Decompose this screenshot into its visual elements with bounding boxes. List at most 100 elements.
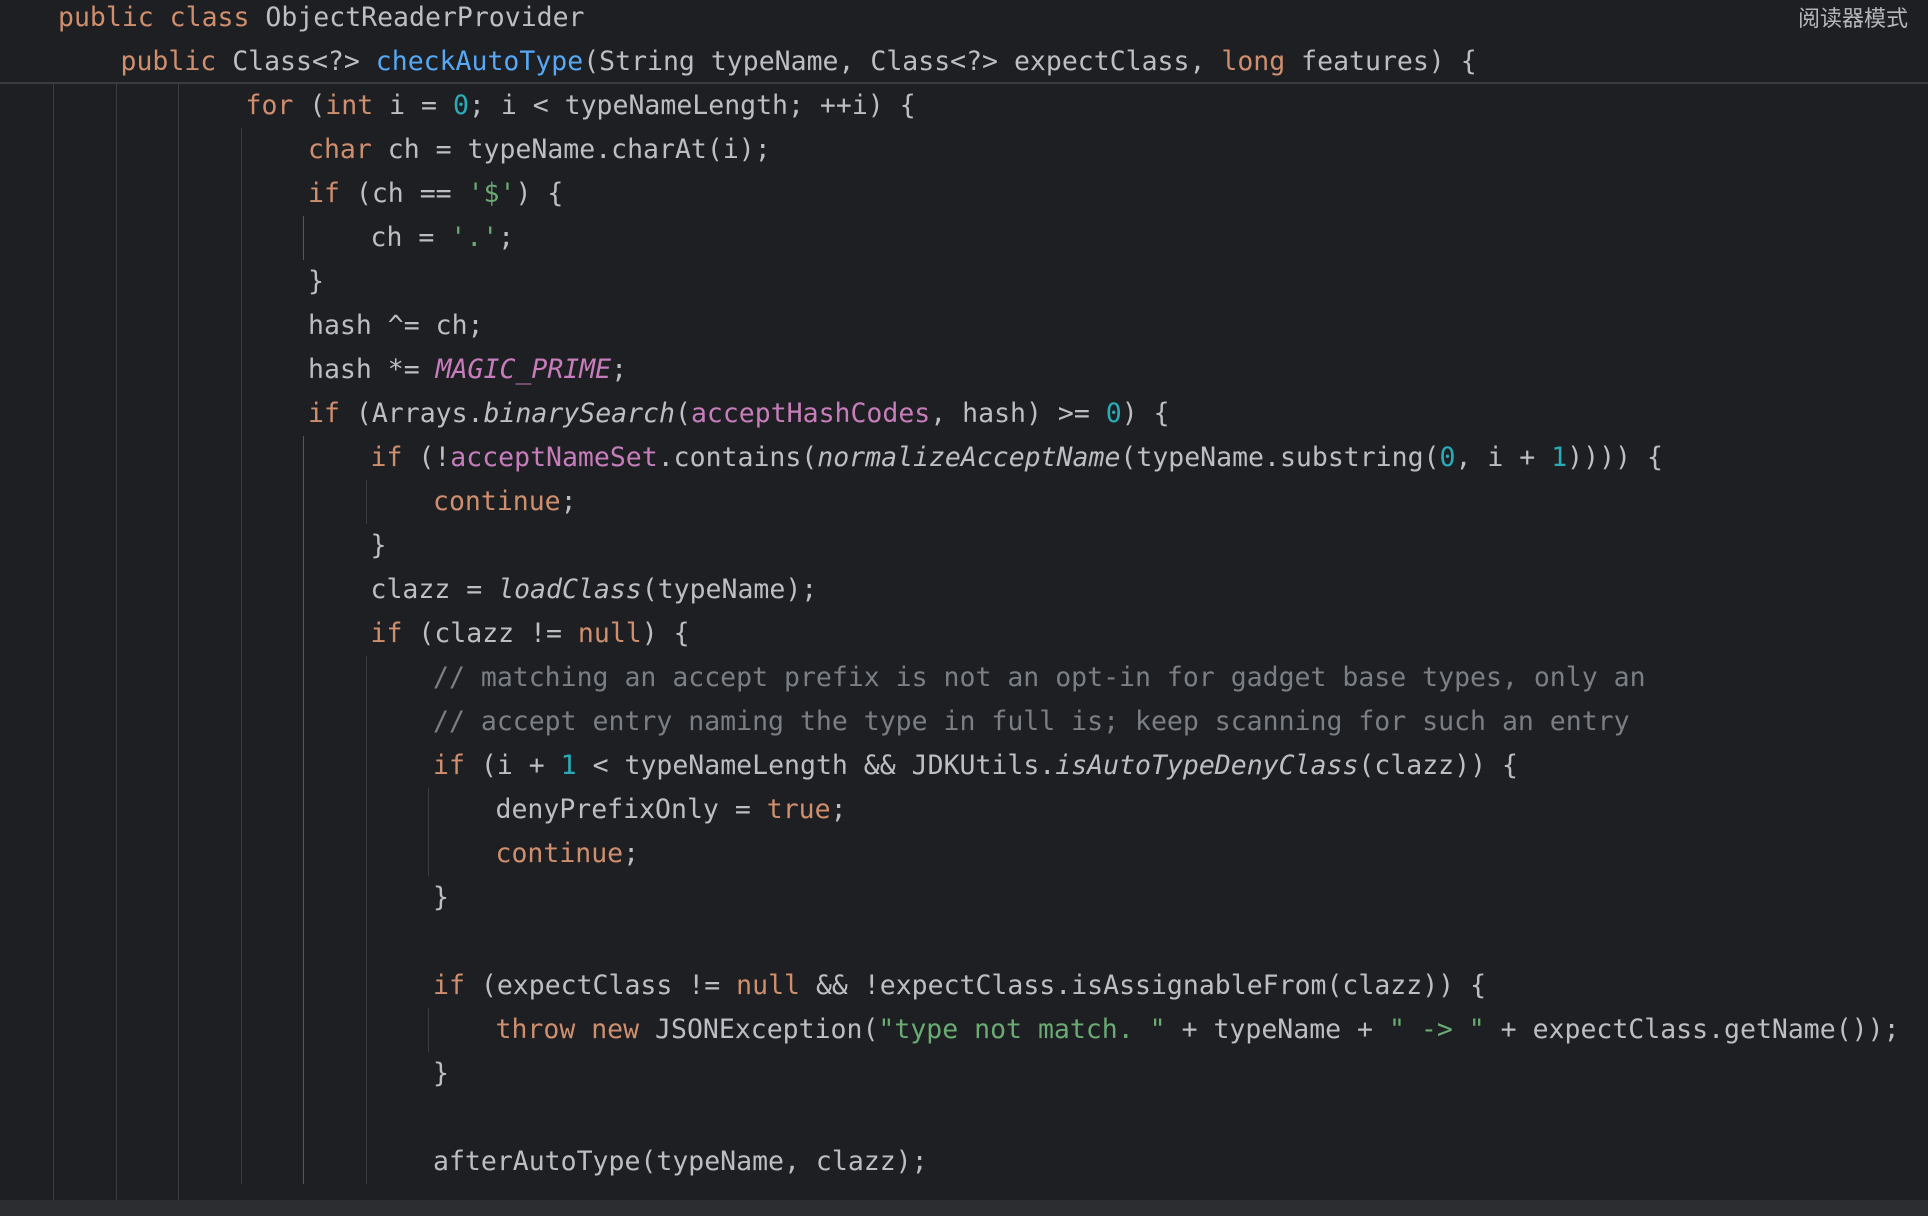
- indent-guide: [53, 84, 54, 1200]
- code-token: " -> ": [1388, 1014, 1485, 1045]
- code-token: normalizeAcceptName: [817, 442, 1121, 473]
- code-token: }: [308, 266, 324, 297]
- indent-guide: [303, 216, 304, 260]
- code-token: (clazz)) {: [1358, 750, 1518, 781]
- code-line[interactable]: }: [308, 260, 324, 304]
- code-token: )))) {: [1567, 442, 1663, 473]
- code-token: ;: [830, 794, 847, 825]
- code-line[interactable]: char ch = typeName.charAt(i);: [308, 128, 771, 172]
- indent-guide: [365, 480, 367, 524]
- code-line[interactable]: for (int i = 0; i < typeNameLength; ++i)…: [246, 84, 916, 128]
- indent-guide: [428, 1008, 429, 1052]
- code-area[interactable]: for ( int i = 0 ; i < typeNameLength; ++i)…: [0, 84, 1928, 1200]
- code-token: '$': [467, 178, 516, 209]
- indent-guide: [178, 84, 179, 1200]
- code-line[interactable]: if (expectClass != null && !expectClass.…: [433, 964, 1486, 1008]
- horizontal-scrollbar[interactable]: [0, 1200, 1928, 1216]
- code-token: (typeName.substring(: [1120, 442, 1440, 473]
- code-token: for: [245, 90, 310, 121]
- code-token: acceptNameSet: [450, 442, 658, 473]
- code-token: ; i < typeNameLength; ++i) {: [468, 90, 916, 121]
- code-line[interactable]: continue;: [496, 832, 640, 876]
- code-token: if: [370, 442, 419, 473]
- code-line[interactable]: // accept entry naming the type in full …: [433, 700, 1630, 744]
- code-token: 1: [1551, 442, 1568, 473]
- code-token: public class: [58, 2, 266, 33]
- indent-guide: [365, 656, 367, 1184]
- code-token: (i +: [480, 750, 561, 781]
- code-token: public: [120, 46, 233, 77]
- code-token: i =: [389, 90, 453, 121]
- code-token: clazz =: [370, 574, 499, 605]
- code-token: .contains(: [657, 442, 818, 473]
- code-token: continue: [495, 838, 624, 869]
- code-line[interactable]: }: [371, 524, 387, 568]
- code-token: null: [736, 970, 816, 1001]
- code-editor[interactable]: public class ObjectReaderProvider public …: [0, 0, 1928, 1216]
- reader-mode-button[interactable]: 阅读器模式: [1798, 2, 1908, 38]
- code-line[interactable]: if (!acceptNameSet.contains(normalizeAcc…: [371, 436, 1663, 480]
- code-token: continue: [433, 486, 561, 517]
- code-line[interactable]: ch = '.';: [371, 216, 515, 260]
- code-line[interactable]: afterAutoType(typeName, clazz);: [433, 1140, 928, 1184]
- code-token: long: [1221, 46, 1302, 77]
- code-line[interactable]: }: [433, 1052, 449, 1096]
- indent-guide: [303, 436, 304, 1184]
- code-line[interactable]: // matching an accept prefix is not an o…: [433, 656, 1646, 700]
- code-token: // matching an accept prefix is not an o…: [433, 662, 1646, 693]
- code-token: && !expectClass.isAssignableFrom(clazz))…: [815, 970, 1487, 1001]
- code-token: int: [325, 90, 390, 121]
- code-token: < typeNameLength && JDKUtils.: [576, 750, 1056, 781]
- code-line[interactable]: if (i + 1 < typeNameLength && JDKUtils.i…: [433, 744, 1518, 788]
- sticky-header-line[interactable]: public Class<?> checkAutoType(String typ…: [121, 40, 1477, 84]
- sticky-scope-header: public class ObjectReaderProvider public …: [0, 0, 1928, 84]
- code-token: ObjectReaderProvider: [265, 2, 585, 33]
- code-token: ) {: [1121, 398, 1170, 429]
- code-token: }: [433, 882, 449, 913]
- code-line[interactable]: continue;: [433, 480, 577, 524]
- code-token: }: [370, 530, 387, 561]
- code-token: ;: [623, 838, 640, 869]
- indent-guide: [428, 788, 429, 876]
- code-token: + typeName +: [1165, 1014, 1389, 1045]
- code-token: '.': [450, 222, 499, 253]
- code-token: (typeName);: [641, 574, 818, 605]
- code-token: afterAutoType(typeName, clazz);: [433, 1146, 928, 1177]
- code-token: MAGIC_PRIME: [435, 354, 612, 385]
- code-line[interactable]: hash ^= ch;: [308, 304, 484, 348]
- code-token: (clazz !=: [418, 618, 578, 649]
- code-line[interactable]: denyPrefixOnly = true;: [496, 788, 847, 832]
- code-line[interactable]: if (Arrays.binarySearch(acceptHashCodes,…: [308, 392, 1170, 436]
- code-token: 0: [1105, 398, 1122, 429]
- code-token: acceptHashCodes: [690, 398, 931, 429]
- code-token: }: [433, 1058, 449, 1089]
- code-token: binarySearch: [483, 398, 675, 429]
- horizontal-scroll-thumb[interactable]: [0, 1204, 1900, 1212]
- code-token: 1: [560, 750, 577, 781]
- code-token: ) {: [641, 618, 690, 649]
- code-token: (String typeName, Class<?> expectClass,: [583, 46, 1222, 77]
- code-token: (ch ==: [355, 178, 468, 209]
- code-token: (Arrays.: [355, 398, 484, 429]
- code-line[interactable]: clazz = loadClass(typeName);: [371, 568, 818, 612]
- code-token: denyPrefixOnly =: [495, 794, 767, 825]
- code-token: if: [308, 398, 356, 429]
- code-token: (: [674, 398, 691, 429]
- code-token: hash ^= ch;: [308, 310, 484, 341]
- code-token: ;: [560, 486, 577, 517]
- code-token: features) {: [1301, 46, 1477, 77]
- code-token: (!: [418, 442, 451, 473]
- sticky-header-line[interactable]: public class ObjectReaderProvider: [58, 0, 585, 40]
- code-token: , hash) >=: [930, 398, 1106, 429]
- code-token: ) {: [515, 178, 564, 209]
- code-token: + expectClass.getName());: [1484, 1014, 1900, 1045]
- code-token: hash *=: [308, 354, 436, 385]
- code-line[interactable]: throw new JSONException("type not match.…: [496, 1008, 1900, 1052]
- code-line[interactable]: if (ch == '$') {: [308, 172, 563, 216]
- code-line[interactable]: }: [433, 876, 449, 920]
- code-token: (expectClass !=: [480, 970, 737, 1001]
- code-token: checkAutoType: [375, 46, 584, 77]
- code-line[interactable]: hash *= MAGIC_PRIME;: [308, 348, 627, 392]
- code-line[interactable]: if (clazz != null) {: [371, 612, 690, 656]
- code-token: if: [433, 970, 481, 1001]
